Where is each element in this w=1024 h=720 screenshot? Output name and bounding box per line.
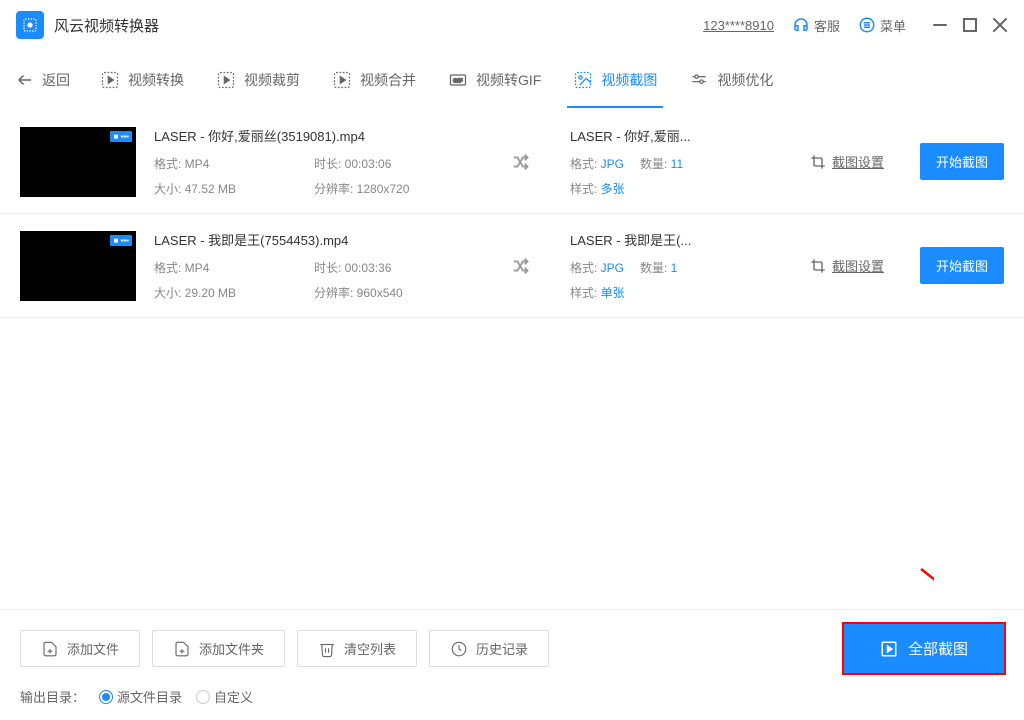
out-count: 数量: 11 [640, 155, 710, 172]
close-button[interactable] [992, 17, 1008, 33]
file-plus-icon [41, 640, 59, 658]
app-title: 风云视频转换器 [54, 15, 703, 36]
add-file-button[interactable]: 添加文件 [20, 630, 140, 667]
menu-icon [858, 16, 876, 34]
file-row: ■ ▪▪▪ LASER - 我即是王(7554453).mp4 格式: MP4 … [0, 214, 1024, 318]
tab-crop[interactable]: 视频裁剪 [214, 52, 302, 108]
support-button[interactable]: 客服 [792, 16, 840, 35]
shuffle-icon[interactable] [492, 255, 552, 277]
size-label: 大小: 47.52 MB [154, 180, 314, 197]
tab-gif[interactable]: GIF 视频转GIF [446, 52, 543, 108]
app-logo [16, 11, 44, 39]
clear-list-button[interactable]: 清空列表 [297, 630, 417, 667]
duration-label: 时长: 00:03:36 [314, 259, 474, 276]
radio-icon [99, 690, 113, 704]
navbar: 返回 视频转换 视频裁剪 视频合并 GIF 视频转GIF 视频截图 视频优化 [0, 50, 1024, 110]
crop-icon [216, 70, 236, 90]
history-button[interactable]: 历史记录 [429, 630, 549, 667]
file-info: LASER - 你好,爱丽丝(3519081).mp4 格式: MP4 时长: … [154, 126, 474, 197]
output-info: LASER - 你好,爱丽... 格式: JPG 数量: 11 样式: 多张 [570, 126, 710, 197]
out-format: 格式: JPG [570, 259, 640, 276]
minimize-button[interactable] [932, 17, 948, 33]
crop-settings-icon [810, 258, 826, 274]
resolution-label: 分辨率: 960x540 [314, 284, 474, 301]
shuffle-icon[interactable] [492, 151, 552, 173]
duration-label: 时长: 00:03:06 [314, 155, 474, 172]
thumbnail[interactable]: ■ ▪▪▪ [20, 231, 136, 301]
screenshot-all-button[interactable]: 全部截图 [844, 624, 1004, 673]
filename: LASER - 你好,爱丽丝(3519081).mp4 [154, 126, 474, 145]
gif-icon: GIF [448, 70, 468, 90]
file-info: LASER - 我即是王(7554453).mp4 格式: MP4 时长: 00… [154, 230, 474, 301]
svg-text:GIF: GIF [453, 79, 463, 85]
headset-icon [792, 16, 810, 34]
back-button[interactable]: 返回 [16, 70, 70, 90]
screenshot-settings-link[interactable]: 截图设置 [810, 256, 884, 275]
menu-button[interactable]: 菜单 [858, 16, 906, 35]
tab-screenshot[interactable]: 视频截图 [571, 52, 659, 108]
window-controls [932, 17, 1008, 33]
file-row: ■ ▪▪▪ LASER - 你好,爱丽丝(3519081).mp4 格式: MP… [0, 110, 1024, 214]
out-style: 样式: 单张 [570, 284, 640, 301]
thumb-badge: ■ ▪▪▪ [110, 235, 132, 246]
filename: LASER - 我即是王(7554453).mp4 [154, 230, 474, 249]
tab-merge[interactable]: 视频合并 [330, 52, 418, 108]
resolution-label: 分辨率: 1280x720 [314, 180, 474, 197]
file-list: ■ ▪▪▪ LASER - 你好,爱丽丝(3519081).mp4 格式: MP… [0, 110, 1024, 610]
optimize-icon [689, 70, 709, 90]
screenshot-settings-link[interactable]: 截图设置 [810, 152, 884, 171]
output-name: LASER - 我即是王(... [570, 230, 710, 249]
out-style: 样式: 多张 [570, 180, 640, 197]
trash-icon [318, 640, 336, 658]
out-format: 格式: JPG [570, 155, 640, 172]
format-label: 格式: MP4 [154, 259, 314, 276]
play-icon [880, 640, 898, 658]
thumb-badge: ■ ▪▪▪ [110, 131, 132, 142]
thumbnail[interactable]: ■ ▪▪▪ [20, 127, 136, 197]
start-screenshot-button[interactable]: 开始截图 [920, 143, 1004, 180]
titlebar: 风云视频转换器 123****8910 客服 菜单 [0, 0, 1024, 50]
arrow-left-icon [16, 71, 34, 89]
tab-optimize[interactable]: 视频优化 [687, 52, 775, 108]
format-label: 格式: MP4 [154, 155, 314, 172]
size-label: 大小: 29.20 MB [154, 284, 314, 301]
folder-plus-icon [173, 640, 191, 658]
start-screenshot-button[interactable]: 开始截图 [920, 247, 1004, 284]
output-dir-label: 输出目录： [20, 687, 85, 706]
add-folder-button[interactable]: 添加文件夹 [152, 630, 285, 667]
crop-settings-icon [810, 154, 826, 170]
screenshot-icon [573, 70, 593, 90]
radio-source-dir[interactable]: 源文件目录 [99, 687, 182, 706]
user-id[interactable]: 123****8910 [703, 18, 774, 33]
clock-icon [450, 640, 468, 658]
radio-custom-dir[interactable]: 自定义 [196, 687, 253, 706]
convert-icon [100, 70, 120, 90]
merge-icon [332, 70, 352, 90]
out-count: 数量: 1 [640, 259, 710, 276]
tab-convert[interactable]: 视频转换 [98, 52, 186, 108]
output-name: LASER - 你好,爱丽... [570, 126, 710, 145]
output-info: LASER - 我即是王(... 格式: JPG 数量: 1 样式: 单张 [570, 230, 710, 301]
maximize-button[interactable] [962, 17, 978, 33]
radio-icon [196, 690, 210, 704]
annotation-arrow-icon [916, 564, 934, 582]
footer: 添加文件 添加文件夹 清空列表 历史记录 全部截图 输出目录： 源文件目录 [0, 609, 1024, 720]
